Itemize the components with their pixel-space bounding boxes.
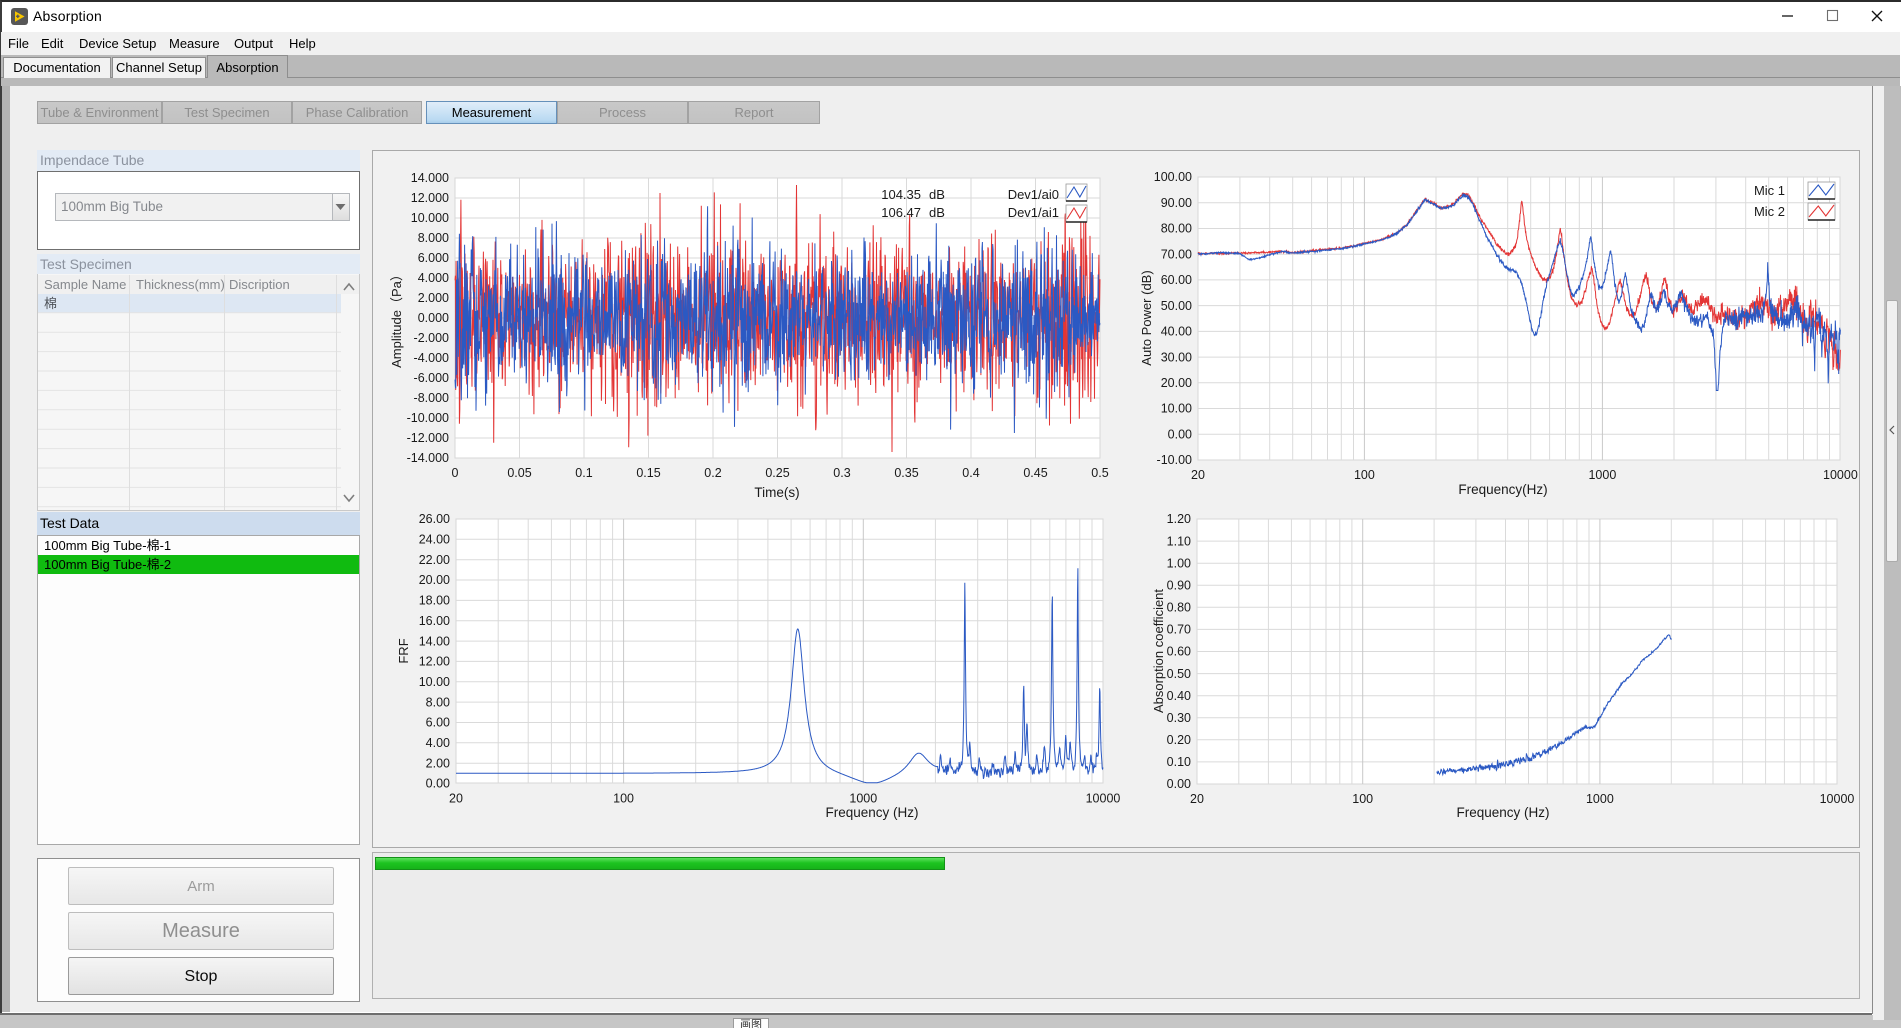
svg-text:-8.000: -8.000	[414, 391, 449, 405]
svg-text:0.5: 0.5	[1091, 466, 1108, 480]
svg-text:0.00: 0.00	[1168, 428, 1192, 442]
svg-text:4.00: 4.00	[426, 736, 450, 750]
svg-text:0.45: 0.45	[1023, 466, 1047, 480]
svg-text:0.25: 0.25	[765, 466, 789, 480]
svg-text:0.20: 0.20	[1167, 733, 1191, 747]
svg-text:1.00: 1.00	[1167, 556, 1191, 570]
svg-text:1000: 1000	[849, 792, 877, 806]
svg-text:2.000: 2.000	[418, 291, 449, 305]
svg-text:Amplitude（Pa）: Amplitude（Pa）	[389, 268, 404, 368]
svg-text:10.00: 10.00	[419, 675, 450, 689]
svg-text:Auto Power (dB): Auto Power (dB)	[1139, 270, 1154, 365]
svg-text:0.1: 0.1	[575, 466, 592, 480]
svg-text:12.00: 12.00	[419, 655, 450, 669]
svg-text:0.00: 0.00	[426, 777, 450, 791]
svg-text:70.00: 70.00	[1161, 247, 1192, 261]
svg-text:14.000: 14.000	[411, 171, 449, 185]
svg-text:Mic 2: Mic 2	[1754, 204, 1785, 219]
svg-text:10000: 10000	[1820, 792, 1855, 806]
svg-text:100: 100	[1354, 468, 1375, 482]
svg-text:Mic 1: Mic 1	[1754, 183, 1785, 198]
svg-text:Frequency(Hz): Frequency(Hz)	[1458, 482, 1547, 497]
svg-text:Absorption coefficient: Absorption coefficient	[1151, 589, 1166, 713]
svg-text:0.80: 0.80	[1167, 601, 1191, 615]
svg-text:0.50: 0.50	[1167, 667, 1191, 681]
svg-text:24.00: 24.00	[419, 533, 450, 547]
svg-text:2.00: 2.00	[426, 756, 450, 770]
svg-text:0.4: 0.4	[962, 466, 979, 480]
svg-text:100: 100	[613, 792, 634, 806]
svg-text:dB: dB	[929, 187, 945, 202]
svg-text:1.10: 1.10	[1167, 534, 1191, 548]
svg-text:10000: 10000	[1086, 792, 1121, 806]
svg-text:-10.00: -10.00	[1157, 453, 1192, 467]
svg-text:30.00: 30.00	[1161, 350, 1192, 364]
svg-text:Frequency (Hz): Frequency (Hz)	[825, 805, 918, 820]
svg-text:12.000: 12.000	[411, 191, 449, 205]
svg-text:20.00: 20.00	[419, 573, 450, 587]
svg-text:8.000: 8.000	[418, 231, 449, 245]
svg-text:20: 20	[1190, 792, 1204, 806]
svg-text:0.35: 0.35	[894, 466, 918, 480]
svg-text:1.20: 1.20	[1167, 512, 1191, 526]
svg-text:6.00: 6.00	[426, 716, 450, 730]
svg-text:dB: dB	[929, 205, 945, 220]
svg-text:0.15: 0.15	[636, 466, 660, 480]
svg-text:-12.000: -12.000	[407, 431, 449, 445]
svg-text:22.00: 22.00	[419, 553, 450, 567]
svg-text:106.47: 106.47	[881, 205, 921, 220]
svg-text:0: 0	[452, 466, 459, 480]
svg-text:0.10: 0.10	[1167, 755, 1191, 769]
svg-text:4.000: 4.000	[418, 271, 449, 285]
svg-text:0.90: 0.90	[1167, 579, 1191, 593]
svg-text:0.60: 0.60	[1167, 645, 1191, 659]
svg-text:8.00: 8.00	[426, 695, 450, 709]
svg-text:10.00: 10.00	[1161, 402, 1192, 416]
svg-text:-14.000: -14.000	[407, 451, 449, 465]
svg-text:20.00: 20.00	[1161, 376, 1192, 390]
svg-text:14.00: 14.00	[419, 634, 450, 648]
svg-text:20: 20	[1191, 468, 1205, 482]
svg-text:0.05: 0.05	[507, 466, 531, 480]
svg-text:80.00: 80.00	[1161, 222, 1192, 236]
svg-text:50.00: 50.00	[1161, 299, 1192, 313]
svg-text:100.00: 100.00	[1154, 170, 1192, 184]
svg-text:16.00: 16.00	[419, 614, 450, 628]
svg-text:-2.000: -2.000	[414, 331, 449, 345]
svg-text:20: 20	[449, 792, 463, 806]
svg-text:Time(s): Time(s)	[754, 485, 799, 500]
svg-text:FRF: FRF	[396, 638, 411, 663]
svg-text:60.00: 60.00	[1161, 273, 1192, 287]
svg-text:40.00: 40.00	[1161, 325, 1192, 339]
svg-text:1000: 1000	[1586, 792, 1614, 806]
svg-text:-10.000: -10.000	[407, 411, 449, 425]
svg-text:90.00: 90.00	[1161, 196, 1192, 210]
svg-text:26.00: 26.00	[419, 512, 450, 526]
svg-text:0.2: 0.2	[704, 466, 721, 480]
svg-text:0.30: 0.30	[1167, 711, 1191, 725]
svg-text:0.000: 0.000	[418, 311, 449, 325]
svg-text:1000: 1000	[1588, 468, 1616, 482]
svg-text:100: 100	[1352, 792, 1373, 806]
svg-text:104.35: 104.35	[881, 187, 921, 202]
svg-text:-6.000: -6.000	[414, 371, 449, 385]
svg-text:6.000: 6.000	[418, 251, 449, 265]
svg-text:Dev1/ai0: Dev1/ai0	[1008, 187, 1059, 202]
svg-text:18.00: 18.00	[419, 594, 450, 608]
svg-text:0.3: 0.3	[833, 466, 850, 480]
svg-text:-4.000: -4.000	[414, 351, 449, 365]
svg-text:10.000: 10.000	[411, 211, 449, 225]
svg-text:10000: 10000	[1823, 468, 1858, 482]
svg-text:0.40: 0.40	[1167, 689, 1191, 703]
svg-text:Dev1/ai1: Dev1/ai1	[1008, 205, 1059, 220]
svg-text:0.00: 0.00	[1167, 777, 1191, 791]
svg-text:Frequency (Hz): Frequency (Hz)	[1456, 805, 1549, 820]
svg-text:0.70: 0.70	[1167, 623, 1191, 637]
